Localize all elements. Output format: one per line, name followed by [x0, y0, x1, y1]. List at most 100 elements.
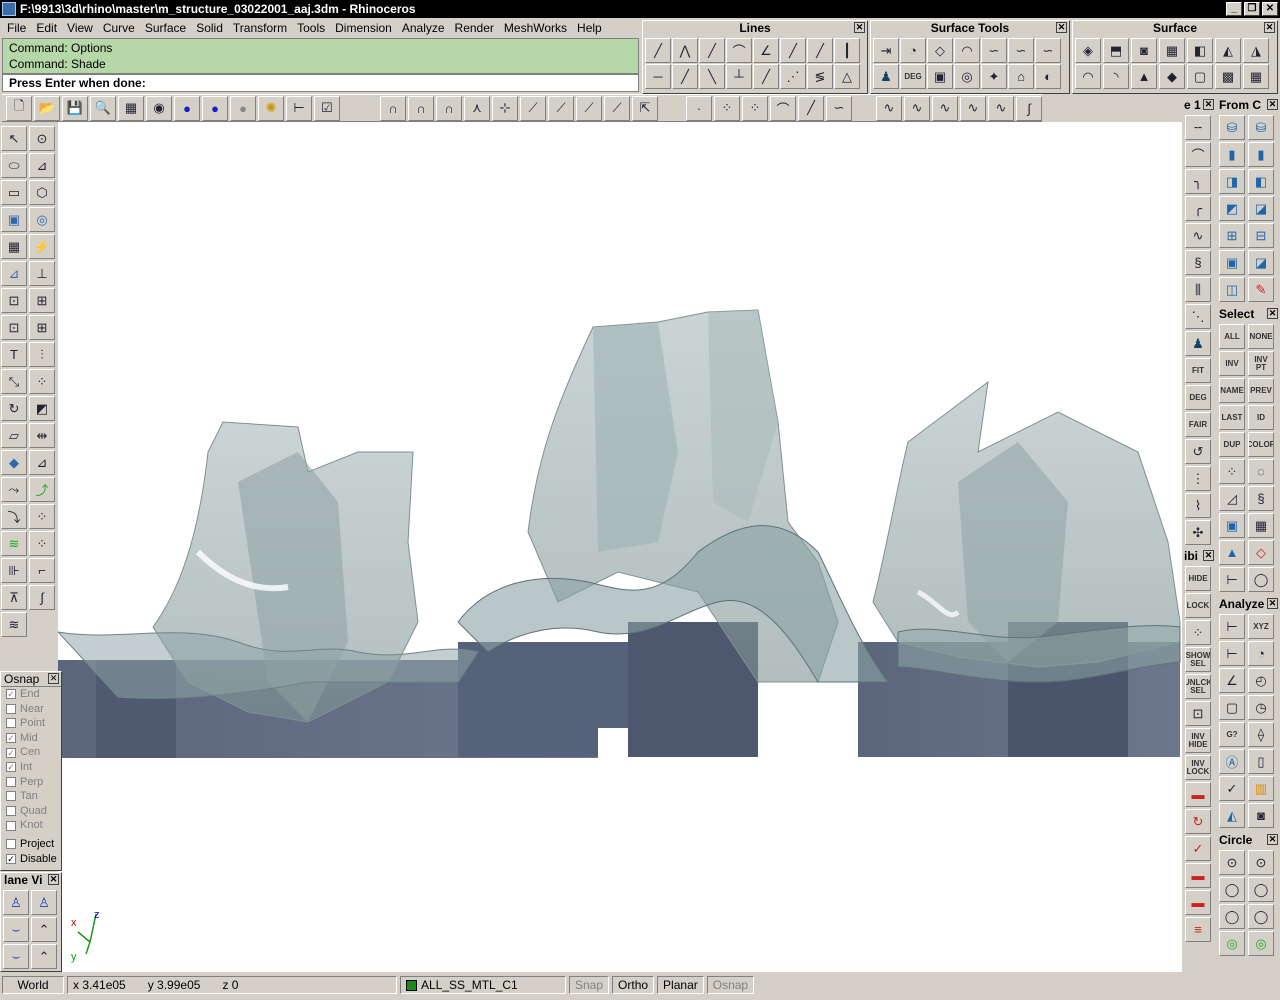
offset-solid-icon[interactable]: ◪	[1248, 250, 1274, 275]
zoom-icon[interactable]: 🔍	[90, 95, 116, 121]
osnap-tan[interactable]: Tan	[1, 789, 61, 804]
close-icon[interactable]: ✕	[48, 874, 59, 885]
save-file-icon[interactable]: 💾	[62, 95, 88, 121]
select-arrow-icon[interactable]: ↖	[1, 126, 27, 151]
open-file-icon[interactable]: 📂	[34, 95, 60, 121]
circle-center-icon[interactable]: ⊙	[1219, 850, 1245, 875]
lock-button[interactable]: LOCK	[1185, 593, 1211, 618]
select-previous-button[interactable]: PREV	[1248, 378, 1274, 403]
sweep-2-icon[interactable]: ◮	[1243, 38, 1269, 63]
shell-icon[interactable]: ◫	[1219, 277, 1245, 302]
osnap-quad[interactable]: Quad	[1, 804, 61, 819]
project-icon[interactable]: ⊥	[29, 261, 55, 286]
line-fit-icon[interactable]: ╱	[753, 64, 779, 89]
menu-curve[interactable]: Curve	[98, 21, 140, 35]
curve-edit-icon[interactable]: ♟	[1185, 331, 1211, 356]
edit-surface-icon[interactable]: ♟	[873, 64, 899, 89]
ortho-toggle[interactable]: Ortho	[612, 976, 655, 994]
loft-icon[interactable]: ◧	[1187, 38, 1213, 63]
curve-blend-icon[interactable]: ∿	[904, 95, 930, 121]
extrude-surface-icon[interactable]: ▲	[1131, 64, 1157, 89]
osnap-project[interactable]: Project	[1, 837, 61, 852]
polyline-zigzag-icon[interactable]: ≶	[807, 64, 833, 89]
line-angle-icon[interactable]: ∠	[753, 38, 779, 63]
layer-list-icon[interactable]: ≡	[1185, 917, 1211, 942]
rib-icon[interactable]: ⊞	[1219, 223, 1245, 248]
shrink-surface-icon[interactable]: ▣	[927, 64, 953, 89]
restore-button[interactable]: ❐	[1244, 2, 1260, 16]
sweep-1-icon[interactable]: ◭	[1215, 38, 1241, 63]
chamfer-surface-icon[interactable]: ◇	[927, 38, 953, 63]
rotate-icon[interactable]: ↻	[1, 396, 27, 421]
hatch-icon[interactable]: ⫶	[29, 342, 55, 367]
line-mesh-icon[interactable]: △	[834, 64, 860, 89]
arc-icon[interactable]: ⌒	[770, 95, 796, 121]
cage-icon[interactable]: ⁘	[29, 504, 55, 529]
curve-match-icon[interactable]: ∿	[932, 95, 958, 121]
surface-corner-points-icon[interactable]: ◈	[1075, 38, 1101, 63]
select-invert-points-button[interactable]: INV PT	[1248, 351, 1274, 376]
angle-icon[interactable]: ∠	[1219, 668, 1245, 693]
command-prompt[interactable]: Press Enter when done:	[2, 74, 639, 92]
close-icon[interactable]: ✕	[1203, 99, 1214, 110]
select-polysurface-icon[interactable]: ◿	[1219, 486, 1245, 511]
bounding-box-icon[interactable]: ⊡	[1, 288, 27, 313]
snap-toggle[interactable]: Snap	[569, 976, 610, 994]
surface-network-icon[interactable]: ▦	[1159, 38, 1185, 63]
close-icon[interactable]: ✕	[1267, 598, 1278, 609]
cylinder-icon[interactable]: ⛁	[1219, 115, 1245, 140]
section-icon[interactable]: ≋	[1, 531, 27, 556]
circle-fit-icon[interactable]: ◯	[1248, 904, 1274, 929]
scale-icon[interactable]: ◩	[29, 396, 55, 421]
ungroup-icon[interactable]: ⊞	[29, 315, 55, 340]
degree-curve-button[interactable]: DEG	[1185, 385, 1211, 410]
orient-3pt-icon[interactable]: ⊿	[29, 450, 55, 475]
extrude-along-icon[interactable]: ◨	[1219, 169, 1245, 194]
volume-icon[interactable]: ▯	[1248, 749, 1274, 774]
points-on-curve-icon[interactable]: ⁘	[714, 95, 740, 121]
curve-fillet-icon[interactable]: ╮	[1185, 169, 1211, 194]
mesh-icon[interactable]: ▦	[1, 234, 27, 259]
select-invert-button[interactable]: INV	[1219, 351, 1245, 376]
distance-icon[interactable]: ⊢	[1219, 614, 1245, 639]
osnap-toggle[interactable]: Osnap	[706, 976, 755, 994]
hide-button[interactable]: HIDE	[1185, 566, 1211, 591]
point-icon[interactable]: ⊙	[29, 126, 55, 151]
color-wheel-icon[interactable]: ◉	[146, 95, 172, 121]
camera-icon[interactable]: ◙	[1248, 803, 1274, 828]
text-icon[interactable]: T	[1, 342, 27, 367]
invert-hide-button[interactable]: INV HIDE	[1185, 728, 1211, 753]
ellipse-icon[interactable]: ⬭	[1, 153, 27, 178]
tube-icon[interactable]: ⛁	[1248, 115, 1274, 140]
curve-offset-icon[interactable]: ∿	[876, 95, 902, 121]
slab-icon[interactable]: ⊟	[1248, 223, 1274, 248]
curve-wave-icon[interactable]: ∿	[1185, 223, 1211, 248]
menu-solid[interactable]: Solid	[191, 21, 228, 35]
extrude-tapered-icon[interactable]: ▮	[1248, 142, 1274, 167]
close-icon[interactable]: ✕	[1056, 22, 1067, 33]
group-icon[interactable]: ⊞	[29, 288, 55, 313]
point-icon[interactable]: ·	[686, 95, 712, 121]
dimension-left-icon[interactable]: ⊿	[1, 261, 27, 286]
curve-refit-icon[interactable]: ⋮	[1185, 466, 1211, 491]
polyline-icon[interactable]: ⋀	[672, 38, 698, 63]
planar-toggle[interactable]: Planar	[657, 976, 704, 994]
curve-sketch-left-icon[interactable]: ∫	[29, 585, 55, 610]
shear-icon[interactable]: ▱	[1, 423, 27, 448]
curvature-icon[interactable]: ◴	[1248, 668, 1274, 693]
close-icon[interactable]: ✕	[1264, 22, 1275, 33]
fit-curve-button[interactable]: FIT	[1185, 358, 1211, 383]
close-icon[interactable]: ✕	[854, 22, 865, 33]
show-selected-icon[interactable]: ⁘	[1185, 620, 1211, 645]
symmetry-surface-icon[interactable]: ◐	[1035, 64, 1061, 89]
select-duplicate-button[interactable]: DUP	[1219, 432, 1245, 457]
extend-surface-icon[interactable]: ⇥	[873, 38, 899, 63]
select-mesh-icon[interactable]: ▦	[1248, 513, 1274, 538]
untrim-icon[interactable]: ◎	[954, 64, 980, 89]
checkbox-icon[interactable]: ✓	[6, 733, 16, 744]
line-bisector-icon[interactable]: ─	[645, 64, 671, 89]
checkbox-icon[interactable]	[6, 839, 16, 850]
merge-surface-icon[interactable]: ∽	[1035, 38, 1061, 63]
line-icon[interactable]: ╱	[645, 38, 671, 63]
curve-spiral-icon[interactable]: §	[1185, 250, 1211, 275]
